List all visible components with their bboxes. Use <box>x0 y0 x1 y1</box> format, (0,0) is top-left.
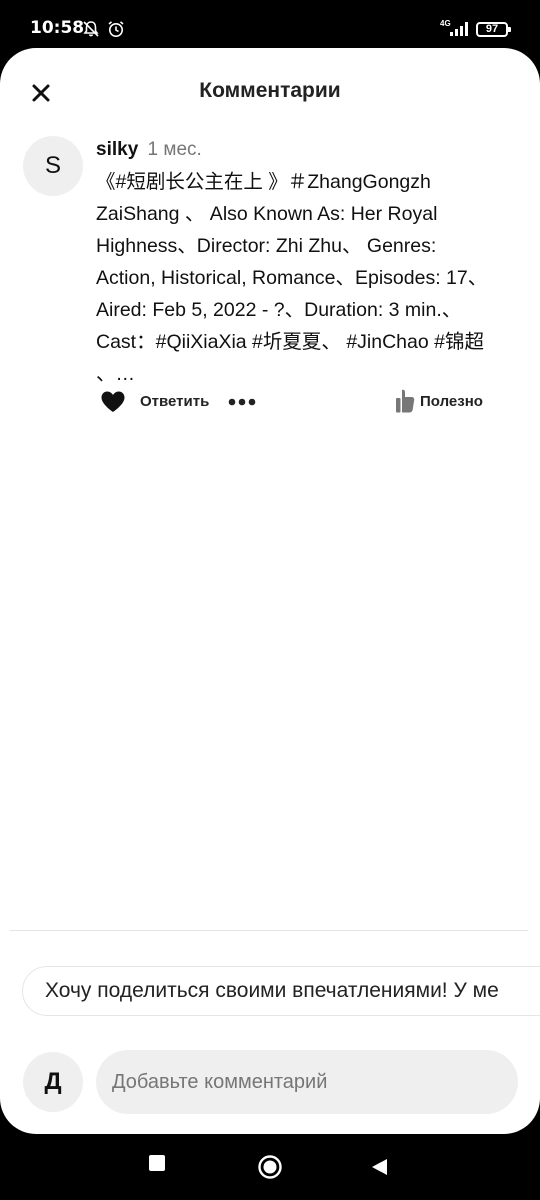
comment-time: 1 мес. <box>147 139 202 160</box>
heart-icon <box>101 391 125 412</box>
system-navigation-bar <box>0 1134 540 1200</box>
alarm-icon <box>108 21 124 37</box>
status-time: 10:58 <box>30 18 85 38</box>
comments-sheet: Комментарии S silky 1 мес. 《#短剧长公主在上 》＃Z… <box>0 48 540 1134</box>
reply-button[interactable]: Ответить <box>140 393 209 410</box>
battery-level: 97 <box>485 23 499 35</box>
like-button[interactable] <box>100 390 126 414</box>
more-options-button[interactable] <box>228 390 256 414</box>
helpful-label: Полезно <box>420 393 483 410</box>
comment-author-avatar[interactable]: S <box>23 136 83 196</box>
square-icon <box>149 1155 165 1171</box>
suggested-reply-text: Хочу поделиться своими впечатлениями! У … <box>45 979 499 1002</box>
divider <box>10 930 528 931</box>
home-button[interactable] <box>257 1154 283 1185</box>
battery-icon: 97 <box>476 22 511 37</box>
helpful-button[interactable]: Полезно <box>394 388 494 416</box>
comment-meta: silky 1 мес. <box>96 139 202 161</box>
thumbs-up-icon <box>396 389 415 413</box>
sheet-header: Комментарии <box>0 48 540 138</box>
suggested-reply-chip[interactable]: Хочу поделиться своими впечатлениями! У … <box>22 966 540 1016</box>
triangle-back-icon <box>372 1159 387 1175</box>
comment-text[interactable]: 《#短剧长公主在上 》＃ZhangGongzh ZaiShang 、 Also … <box>96 166 496 390</box>
page-title: Комментарии <box>199 79 341 102</box>
recent-apps-button[interactable] <box>148 1154 166 1177</box>
comment-input[interactable] <box>96 1050 518 1114</box>
more-dots-icon <box>228 398 256 406</box>
bell-muted-icon <box>83 21 99 37</box>
user-avatar[interactable]: Д <box>23 1052 83 1112</box>
comment-username[interactable]: silky <box>96 139 138 160</box>
back-button[interactable] <box>370 1158 388 1181</box>
signal-icon <box>450 22 468 36</box>
comment-actions: Ответить Полезно <box>0 382 540 422</box>
circle-icon <box>258 1155 282 1179</box>
comment-composer: Д <box>0 1050 540 1114</box>
